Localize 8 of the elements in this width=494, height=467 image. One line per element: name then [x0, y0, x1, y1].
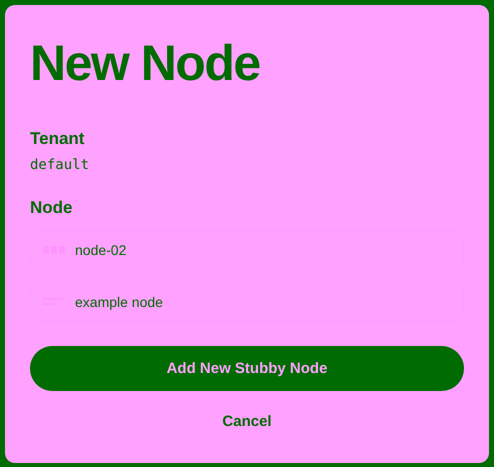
dialog-title: New Node [30, 35, 260, 91]
tenant-value: default [30, 157, 90, 173]
name-field[interactable]: node-02 [30, 231, 464, 269]
tenant-label: Tenant [30, 129, 84, 149]
add-node-button[interactable]: Add New Stubby Node [30, 346, 464, 391]
description-field[interactable]: example node [30, 283, 464, 321]
cancel-button[interactable]: Cancel [218, 411, 276, 432]
node-label: Node [30, 198, 72, 218]
